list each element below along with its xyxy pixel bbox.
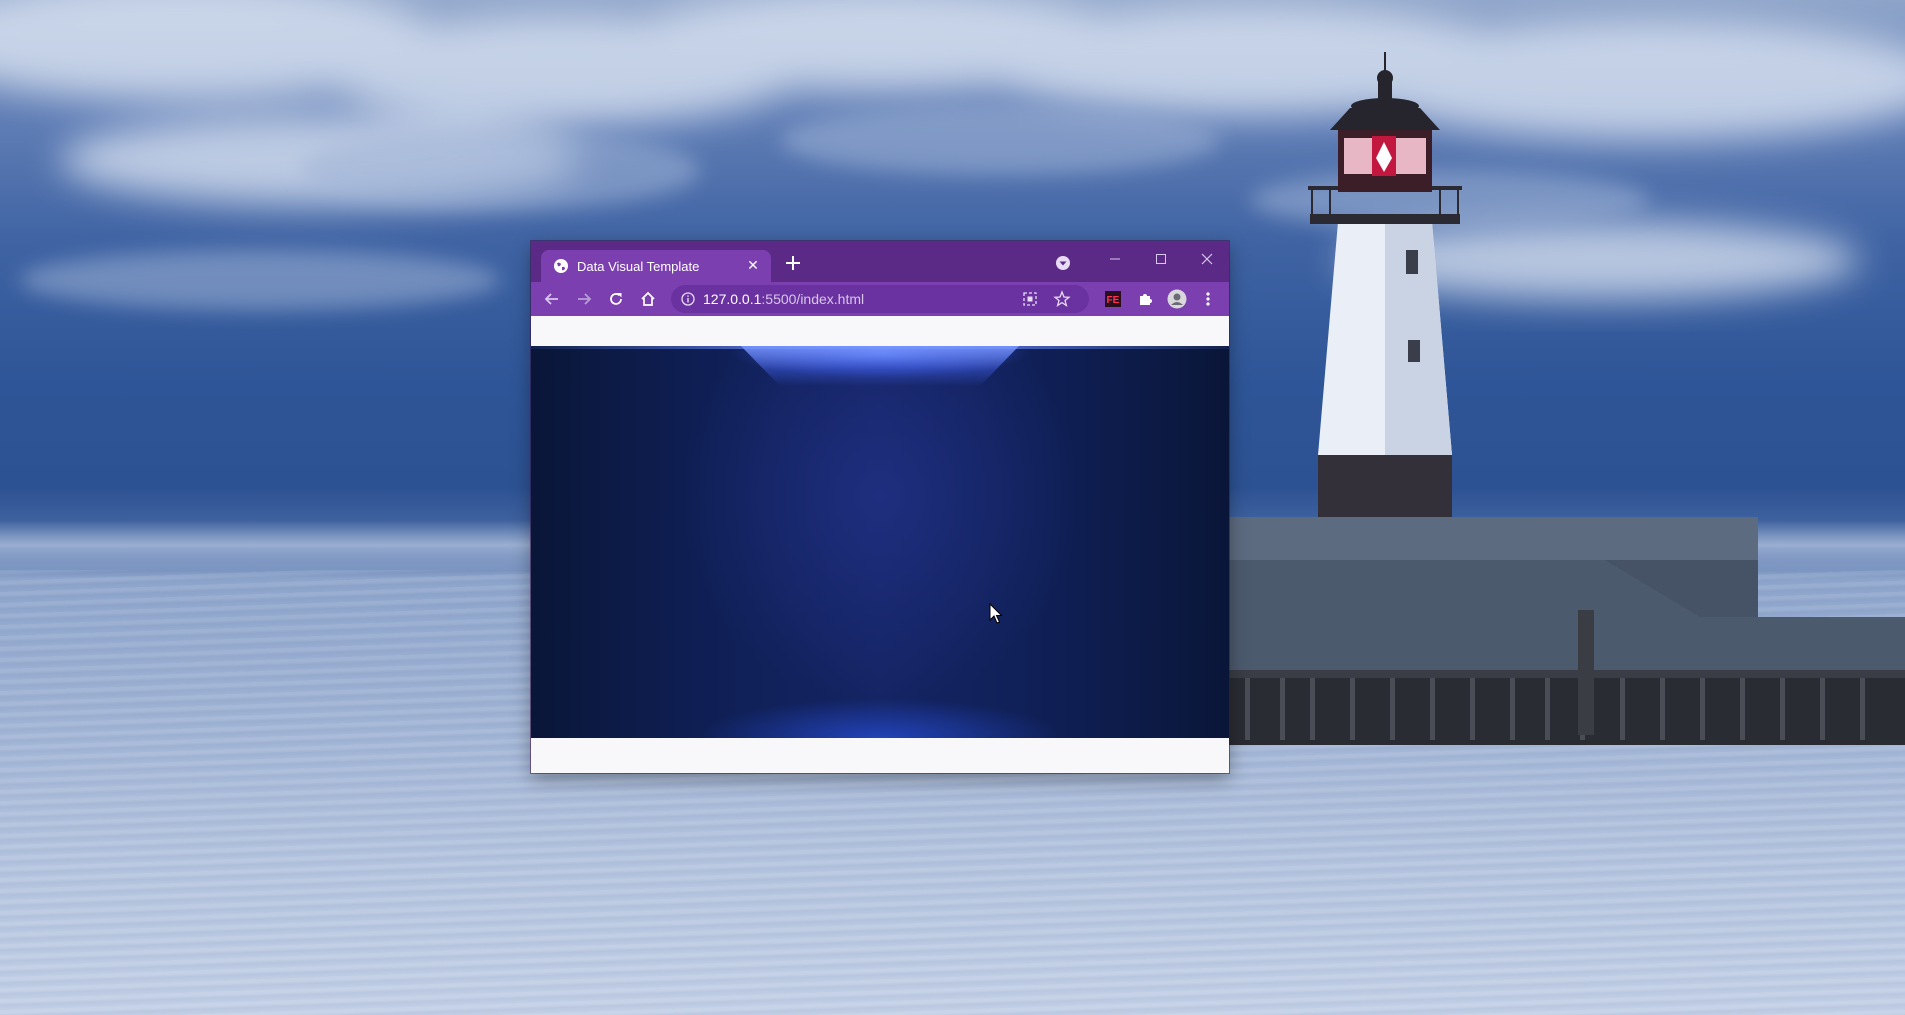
url-text[interactable]: 127.0.0.1:5500/index.html (703, 291, 864, 307)
pier (1229, 517, 1905, 745)
arrow-left-icon[interactable] (543, 290, 561, 308)
page-viewport[interactable] (531, 316, 1229, 773)
profile-avatar-icon[interactable] (1167, 289, 1187, 309)
puzzle-icon[interactable] (1136, 290, 1154, 308)
minimize-icon[interactable] (1097, 247, 1133, 271)
info-icon[interactable] (681, 292, 695, 306)
star-icon[interactable] (1053, 290, 1071, 308)
maximize-icon[interactable] (1143, 247, 1179, 271)
fe-extension-icon[interactable]: FE (1104, 290, 1122, 308)
arrow-right-icon[interactable] (575, 290, 593, 308)
kebab-menu-icon[interactable] (1199, 290, 1217, 308)
lighthouse-tower (1308, 52, 1462, 517)
reload-icon[interactable] (607, 290, 625, 308)
address-bar[interactable]: 127.0.0.1:5500/index.html (671, 285, 1089, 313)
svg-text:FE: FE (1107, 295, 1120, 306)
plus-icon[interactable] (784, 254, 802, 272)
home-icon[interactable] (639, 290, 657, 308)
chevron-down-circle-icon[interactable] (1055, 255, 1071, 271)
tab-strip: Data Visual Template ✕ (531, 241, 1229, 282)
canvas-glow (531, 346, 1229, 738)
install-icon[interactable] (1021, 290, 1039, 308)
url-path: :5500/index.html (761, 291, 865, 307)
mouse-cursor-icon (989, 603, 1003, 624)
url-host: 127.0.0.1 (703, 291, 762, 307)
browser-window: Data Visual Template ✕ 127.0.0.1:5500/in… (531, 241, 1229, 773)
tab-data-visual-template[interactable]: Data Visual Template ✕ (541, 250, 771, 282)
browser-toolbar: 127.0.0.1:5500/index.html FE (531, 282, 1229, 316)
data-visual-canvas (531, 346, 1229, 738)
window-close-icon[interactable] (1189, 247, 1225, 271)
close-icon[interactable]: ✕ (745, 257, 761, 273)
canvas-header-light (741, 346, 1019, 386)
globe-icon (554, 259, 568, 273)
tab-title: Data Visual Template (577, 259, 700, 274)
